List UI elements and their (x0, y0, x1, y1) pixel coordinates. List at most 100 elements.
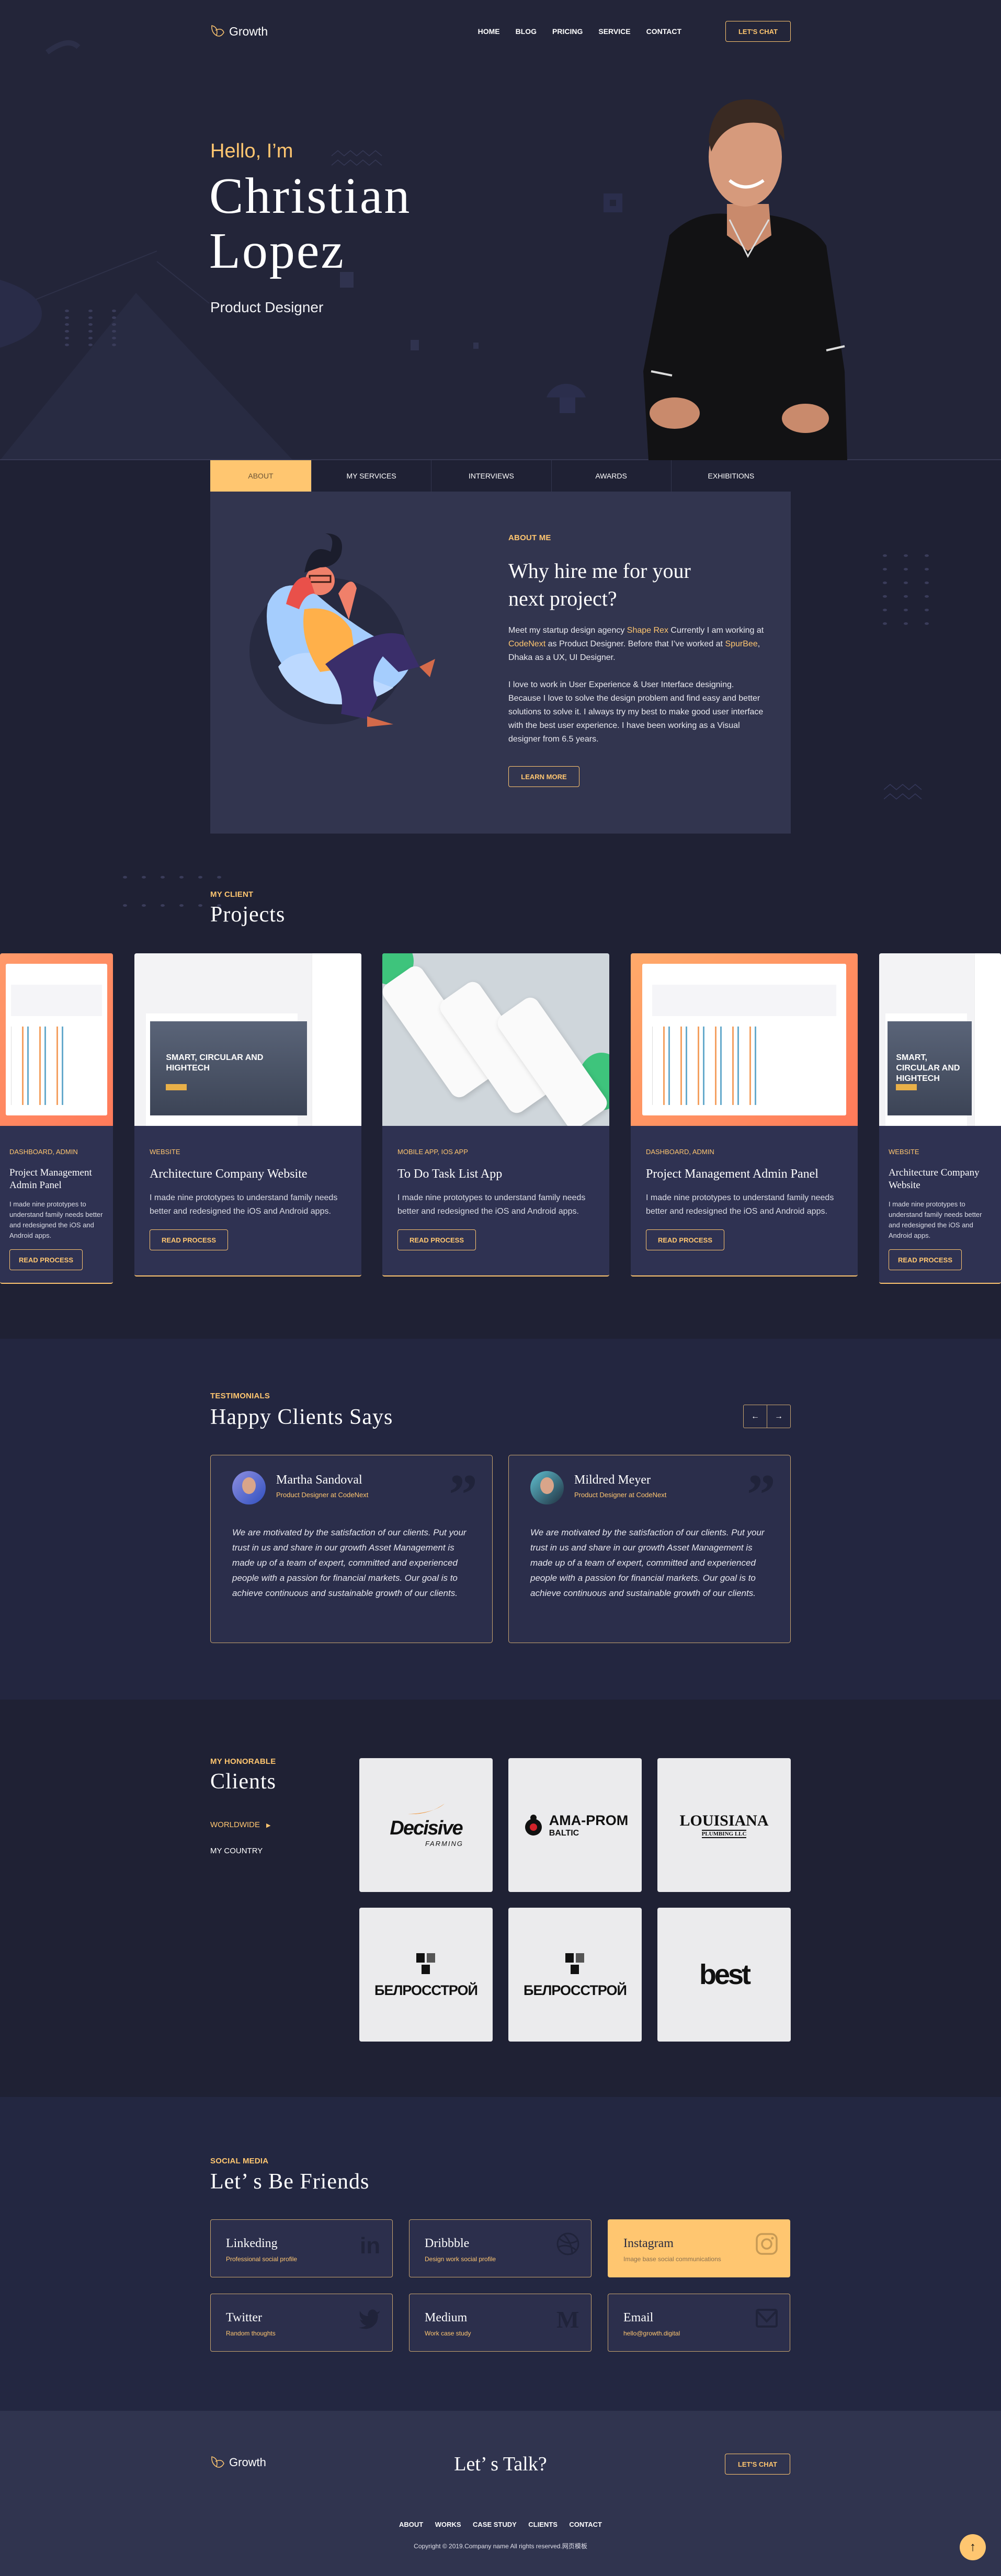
project-description: I made nine prototypes to understand fam… (889, 1200, 982, 1239)
read-process-button[interactable]: READ PROCESS (9, 1249, 83, 1270)
nav-links: HOME BLOG PRICING SERVICE CONTACT (462, 27, 681, 36)
client-logo-belrosstroy: БЕЛРОССТРОЙ (359, 1908, 493, 2042)
social-card-dribbble[interactable]: Dribbble Design work social profile (409, 2219, 592, 2277)
footer-link-works[interactable]: WORKS (435, 2521, 461, 2528)
client-logo-belrosstroy-2: БЕЛРОССТРОЙ (508, 1908, 642, 2042)
social-card-twitter[interactable]: Twitter Random thoughts (210, 2294, 393, 2352)
about-heading-line-1: Why hire me for your (508, 559, 691, 583)
dot-decoration (179, 876, 184, 879)
project-card[interactable]: SMART, CIRCULAR AND HIGHTECH WEBSITE Arc… (134, 953, 361, 1276)
tab-interviews[interactable]: INTERVIEWS (431, 460, 552, 492)
project-description: I made nine prototypes to understand fam… (397, 1193, 586, 1216)
footer-link-about[interactable]: ABOUT (399, 2521, 423, 2528)
scroll-to-top-button[interactable]: ↑ (960, 2534, 986, 2560)
social-subtitle: hello@growth.digital (623, 2330, 680, 2337)
hero-greeting: Hello, I’m (210, 140, 293, 162)
mockup-headline: SMART, CIRCULAR AND HIGHTECH (166, 1053, 264, 1073)
logo-text: AMA-PROM (549, 1812, 629, 1828)
nav-home[interactable]: HOME (478, 27, 500, 36)
learn-more-button[interactable]: LEARN MORE (508, 766, 579, 787)
prev-arrow-button[interactable]: ← (744, 1405, 767, 1428)
svg-text:in: in (360, 2233, 380, 2255)
dot-decoration (925, 568, 929, 571)
social-title: Instagram (623, 2237, 674, 2250)
dot-decoration (925, 622, 929, 625)
hero-first-name: Christian (209, 168, 412, 224)
dot-decoration (65, 344, 69, 346)
dot-decoration (88, 344, 93, 346)
dot-decoration (217, 876, 221, 879)
read-process-button[interactable]: READ PROCESS (150, 1229, 228, 1250)
testimonial-name: Mildred Meyer (574, 1473, 651, 1487)
dot-decoration (142, 904, 146, 907)
social-title: Email (623, 2311, 654, 2324)
dot-decoration (883, 568, 887, 571)
dot-decoration (88, 337, 93, 339)
filter-worldwide[interactable]: WORLDWIDE ▶ (210, 1820, 270, 1829)
svg-text:M: M (556, 2307, 579, 2330)
logo-text: Decisive (390, 1817, 463, 1839)
dot-decoration (883, 595, 887, 598)
social-card-email[interactable]: Email hello@growth.digital (608, 2294, 790, 2352)
footer-link-clients[interactable]: CLIENTS (528, 2521, 558, 2528)
tab-awards[interactable]: AWARDS (552, 460, 672, 492)
mockup-headline: SMART, CIRCULAR AND HIGHTECH (896, 1053, 960, 1083)
dot-decoration (904, 609, 908, 611)
social-subtitle: Image base social communications (623, 2255, 721, 2263)
project-card[interactable]: MOBILE APP, IOS APP To Do Task List App … (382, 953, 609, 1276)
codenext-link[interactable]: CodeNext (508, 640, 545, 648)
read-process-button[interactable]: READ PROCESS (889, 1249, 962, 1270)
brand-name[interactable]: Growth (229, 25, 268, 39)
tab-exhibitions[interactable]: EXHIBITIONS (672, 460, 791, 492)
nav-blog[interactable]: BLOG (516, 27, 537, 36)
testimonials-heading: Happy Clients Says (210, 1405, 393, 1429)
navbar: Growth HOME BLOG PRICING SERVICE CONTACT… (210, 21, 791, 42)
quote-icon: ” (747, 1463, 776, 1526)
dot-decoration (88, 316, 93, 319)
social-eyebrow: SOCIAL MEDIA (210, 2157, 269, 2165)
dot-decoration (142, 876, 146, 879)
project-card-body: DASHBOARD, ADMIN Project Management Admi… (0, 1126, 113, 1283)
dot-decoration (883, 609, 887, 611)
footer (0, 2411, 1001, 2576)
dribbble-icon (556, 2232, 579, 2255)
testimonial-role: Product Designer at CodeNext (574, 1491, 667, 1499)
project-card[interactable]: DASHBOARD, ADMIN Project Management Admi… (0, 953, 113, 1284)
tab-about[interactable]: ABOUT (210, 460, 312, 492)
social-title: Linkeding (226, 2237, 278, 2250)
social-card-medium[interactable]: Medium Work case study M (409, 2294, 592, 2352)
dot-decoration (925, 595, 929, 598)
lets-chat-button[interactable]: LET'S CHAT (725, 21, 791, 42)
testimonial-role: Product Designer at CodeNext (276, 1491, 369, 1499)
building-photo: SMART, CIRCULAR AND HIGHTECH (888, 1021, 972, 1115)
project-card[interactable]: DASHBOARD, ADMIN Project Management Admi… (631, 953, 858, 1276)
project-image (382, 953, 609, 1126)
tab-my-services[interactable]: MY SERVICES (312, 460, 432, 492)
dot-decoration (65, 323, 69, 326)
project-image (0, 953, 113, 1126)
nav-service[interactable]: SERVICE (598, 27, 630, 36)
dot-decoration (88, 323, 93, 326)
about-eyebrow: ABOUT ME (508, 533, 551, 542)
footer-link-case-study[interactable]: CASE STUDY (473, 2521, 517, 2528)
project-card[interactable]: SMART, CIRCULAR AND HIGHTECH WEBSITE Arc… (879, 953, 1001, 1284)
relaxing-person-illustration (249, 533, 435, 727)
social-card-instagram[interactable]: Instagram Image base social communicatio… (608, 2219, 790, 2277)
next-arrow-button[interactable]: → (767, 1405, 790, 1428)
footer-lets-chat-button[interactable]: LET'S CHAT (725, 2454, 790, 2475)
nav-pricing[interactable]: PRICING (552, 27, 583, 36)
read-process-button[interactable]: READ PROCESS (646, 1229, 724, 1250)
project-image (631, 953, 858, 1126)
spurbee-link[interactable]: SpurBee (725, 640, 757, 648)
dashboard-mockup (642, 964, 847, 1115)
client-logo-decisive: Decisive FARMING (359, 1758, 493, 1892)
footer-link-contact[interactable]: CONTACT (569, 2521, 602, 2528)
text: Currently I am working at (668, 626, 764, 635)
dot-decoration (179, 904, 184, 907)
social-card-linkeding[interactable]: Linkeding Professional social profile in (210, 2219, 393, 2277)
shape-rex-link[interactable]: Shape Rex (627, 626, 668, 635)
footer-brand[interactable]: Growth (210, 2455, 266, 2470)
read-process-button[interactable]: READ PROCESS (397, 1229, 476, 1250)
filter-my-country[interactable]: MY COUNTRY (210, 1846, 263, 1855)
nav-contact[interactable]: CONTACT (646, 27, 681, 36)
